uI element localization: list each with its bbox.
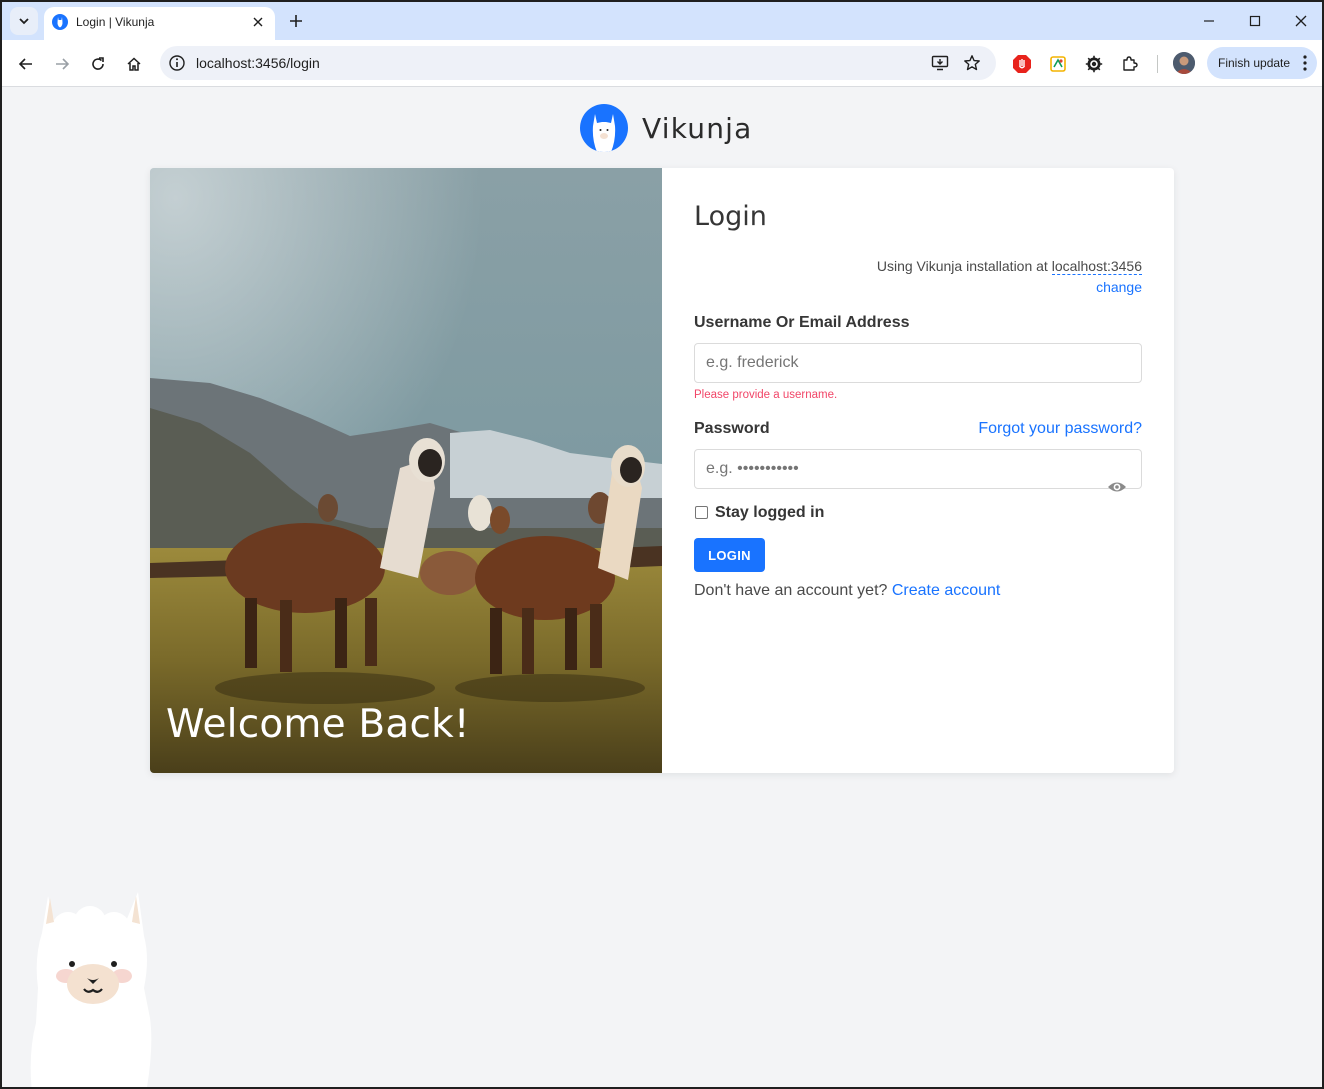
finish-update-label: Finish update — [1218, 56, 1291, 70]
back-button[interactable] — [13, 51, 39, 77]
page-content: Vikunja Welcome Back! Login Using Vikunj… — [2, 88, 1322, 1087]
forgot-password-link[interactable]: Forgot your password? — [978, 420, 1142, 438]
profile-avatar[interactable] — [1173, 52, 1195, 74]
create-account-link[interactable]: Create account — [892, 582, 1001, 599]
address-bar[interactable]: localhost:3456/login — [160, 46, 996, 80]
eye-icon[interactable] — [1107, 479, 1127, 495]
extensions-menu-button[interactable] — [1119, 53, 1141, 75]
installation-info: Using Vikunja installation at localhost:… — [876, 258, 1142, 275]
username-label: Username Or Email Address — [694, 314, 910, 331]
site-info-icon[interactable] — [168, 54, 186, 72]
password-label: Password — [694, 420, 770, 437]
browser-window: Login | Vikunja localhost:3456/login Fin… — [0, 0, 1324, 1089]
toolbar-divider — [1157, 55, 1158, 73]
more-vert-icon — [1303, 55, 1307, 71]
url-text: localhost:3456/login — [196, 55, 320, 71]
extension-gear-button[interactable] — [1083, 53, 1105, 75]
new-tab-button[interactable] — [285, 10, 307, 32]
vikunja-logo: Vikunja — [580, 104, 753, 152]
chevron-down-icon — [19, 18, 29, 25]
arrow-right-icon — [56, 58, 70, 70]
login-card: Welcome Back! Login Using Vikunja instal… — [150, 168, 1174, 773]
plus-icon — [290, 15, 302, 27]
stop-hand-icon — [1013, 55, 1031, 73]
color-picker-icon — [1050, 56, 1066, 72]
tab-close-button[interactable] — [249, 13, 267, 31]
stay-logged-in-label[interactable]: Stay logged in — [715, 504, 824, 522]
close-window-button[interactable] — [1288, 8, 1314, 34]
extension-adblock-button[interactable] — [1011, 53, 1033, 75]
tab-strip: Login | Vikunja — [2, 2, 1322, 40]
brand-name: Vikunja — [642, 112, 753, 145]
register-prompt-line: Don't have an account yet? Create accoun… — [694, 582, 1000, 600]
change-installation-link[interactable]: change — [1096, 279, 1142, 295]
close-icon — [253, 17, 263, 27]
minimize-button[interactable] — [1196, 8, 1222, 34]
gear-icon — [1085, 55, 1103, 73]
reload-icon — [92, 57, 104, 70]
username-input[interactable] — [694, 343, 1142, 383]
minimize-icon — [1204, 20, 1214, 22]
password-input[interactable] — [694, 449, 1142, 489]
forward-button[interactable] — [49, 51, 75, 77]
username-error: Please provide a username. — [694, 389, 838, 401]
llama-logo-icon — [580, 104, 628, 152]
llama-photo: Welcome Back! — [150, 168, 662, 773]
login-form: Login Using Vikunja installation at loca… — [694, 168, 1142, 773]
maximize-icon — [1249, 15, 1261, 27]
tab-title: Login | Vikunja — [76, 15, 155, 29]
home-icon — [127, 57, 141, 71]
installation-host: localhost:3456 — [1051, 258, 1142, 275]
puzzle-icon — [1123, 56, 1138, 71]
reload-button[interactable] — [85, 51, 111, 77]
page-title: Login — [694, 201, 767, 232]
extension-color-button[interactable] — [1047, 53, 1069, 75]
finish-update-button[interactable]: Finish update — [1207, 47, 1317, 79]
login-button[interactable]: LOGIN — [694, 538, 765, 572]
home-button[interactable] — [121, 51, 147, 77]
maximize-button[interactable] — [1242, 8, 1268, 34]
star-icon — [964, 55, 980, 71]
install-app-button[interactable] — [930, 53, 950, 73]
tab-search-button[interactable] — [10, 7, 38, 35]
llama-mascot-illustration — [28, 888, 154, 1087]
bookmark-button[interactable] — [962, 53, 982, 73]
tab-active[interactable]: Login | Vikunja — [44, 7, 275, 40]
installation-prefix: Using Vikunja installation at — [876, 258, 1048, 274]
arrow-left-icon — [18, 58, 32, 70]
install-app-icon — [931, 55, 949, 71]
close-icon — [1295, 15, 1307, 27]
register-prompt: Don't have an account yet? — [694, 582, 888, 599]
welcome-heading: Welcome Back! — [166, 702, 470, 747]
stay-logged-in-checkbox[interactable] — [695, 506, 708, 519]
vikunja-favicon-icon — [52, 14, 68, 30]
browser-toolbar: localhost:3456/login Finish update — [2, 40, 1322, 87]
